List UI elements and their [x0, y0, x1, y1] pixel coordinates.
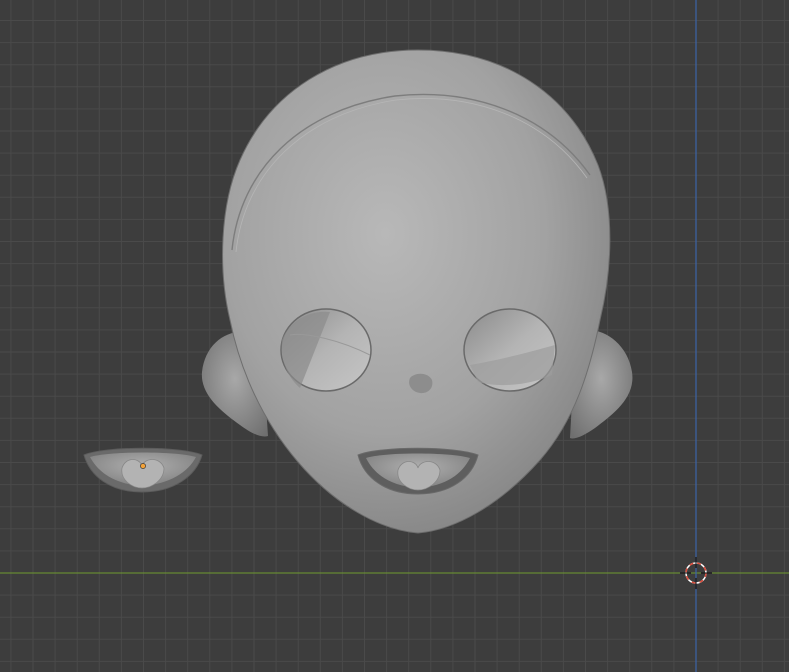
viewport-canvas[interactable]	[0, 0, 789, 672]
object-origin-icon[interactable]	[140, 463, 146, 469]
3d-viewport[interactable]	[0, 0, 789, 672]
